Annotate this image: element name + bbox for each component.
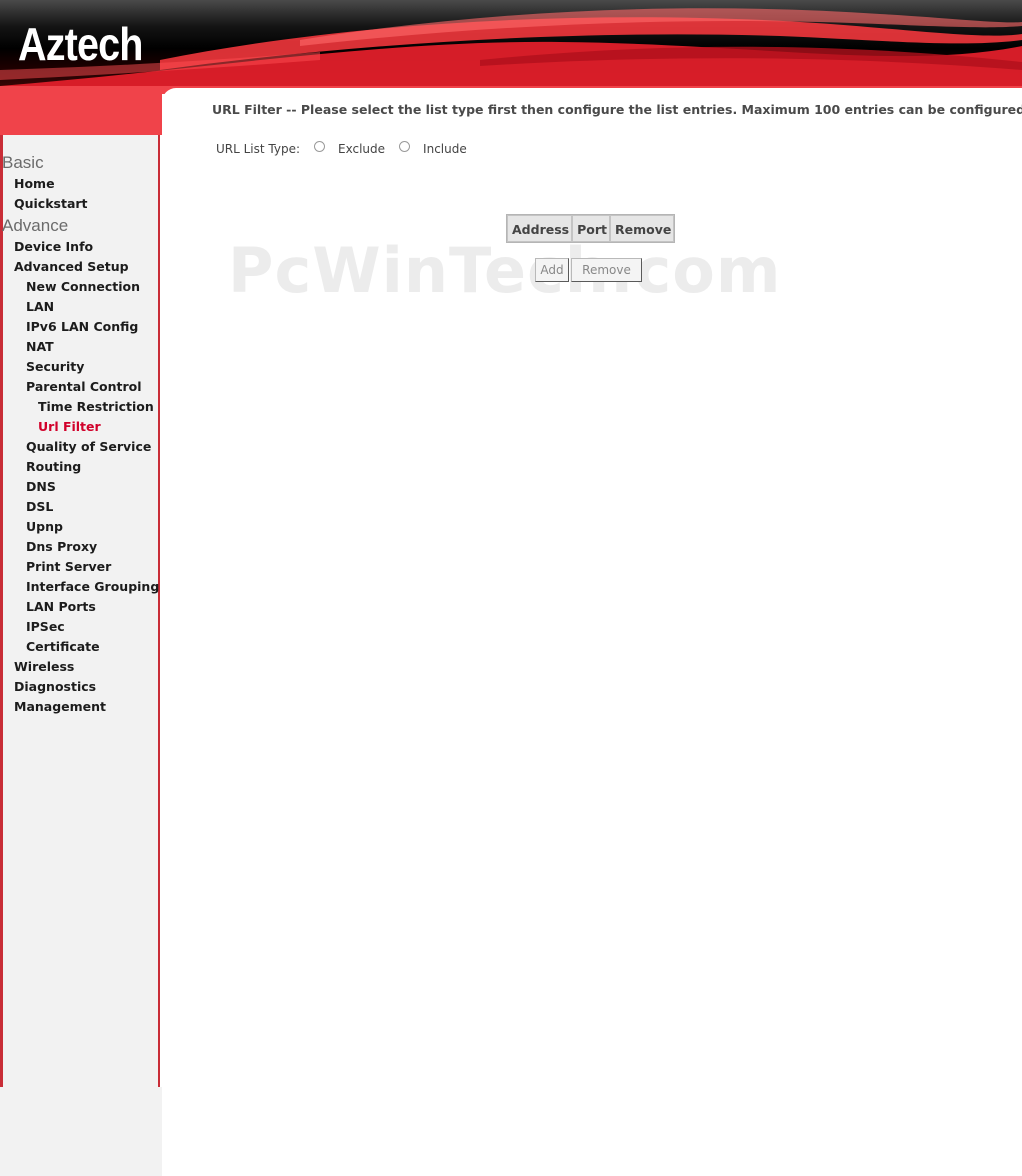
sidebar-item-diagnostics[interactable]: Diagnostics: [14, 677, 96, 697]
sidebar-item-lan[interactable]: LAN: [26, 297, 54, 317]
red-swoosh-decoration: [0, 8, 1022, 88]
column-header-remove: Remove: [609, 215, 675, 242]
column-header-address: Address: [507, 215, 573, 242]
sidebar-item-dns[interactable]: DNS: [26, 477, 56, 497]
sidebar-item-certificate[interactable]: Certificate: [26, 637, 100, 657]
table-header-row: Address Port Remove: [507, 215, 675, 242]
sidebar-red-header: [0, 86, 162, 135]
sidebar-bottom-fill: [0, 1087, 172, 1176]
sidebar-item-advanced-setup[interactable]: Advanced Setup: [14, 257, 129, 277]
sidebar-item-print-server[interactable]: Print Server: [26, 557, 111, 577]
header-banner: Aztech: [0, 0, 1022, 88]
sidebar-item-time-restriction[interactable]: Time Restriction: [38, 397, 154, 417]
sidebar-item-dsl[interactable]: DSL: [26, 497, 53, 517]
sidebar-item-routing[interactable]: Routing: [26, 457, 81, 477]
sidebar-item-new-connection[interactable]: New Connection: [26, 277, 140, 297]
main-content: URL Filter -- Please select the list typ…: [162, 88, 1022, 1176]
sidebar-item-security[interactable]: Security: [26, 357, 84, 377]
sidebar-item-nat[interactable]: NAT: [26, 337, 54, 357]
sidebar-item-home[interactable]: Home: [14, 174, 55, 194]
sidebar-item-dns-proxy[interactable]: Dns Proxy: [26, 537, 97, 557]
sidebar-item-ipv6-lan-config[interactable]: IPv6 LAN Config: [26, 317, 138, 337]
remove-button[interactable]: Remove: [571, 258, 642, 282]
sidebar-item-upnp[interactable]: Upnp: [26, 517, 63, 537]
sidebar-section-basic: Basic: [2, 153, 44, 172]
sidebar-item-url-filter[interactable]: Url Filter: [38, 417, 101, 437]
url-filter-table: Address Port Remove: [506, 214, 676, 243]
sidebar-item-ipsec[interactable]: IPSec: [26, 617, 65, 637]
aztech-logo: Aztech: [18, 18, 143, 70]
sidebar-item-management[interactable]: Management: [14, 697, 106, 717]
watermark-text: PcWinTech.com: [228, 234, 782, 307]
sidebar-item-wireless[interactable]: Wireless: [14, 657, 74, 677]
url-list-type-label: URL List Type:: [216, 142, 301, 156]
add-button[interactable]: Add: [535, 258, 569, 282]
url-list-type-row: URL List Type: Exclude Include: [216, 140, 467, 156]
exclude-label[interactable]: Exclude: [338, 142, 385, 156]
sidebar-item-lan-ports[interactable]: LAN Ports: [26, 597, 96, 617]
exclude-radio[interactable]: [314, 140, 326, 152]
sidebar-section-advance: Advance: [2, 216, 69, 235]
sidebar-item-parental-control[interactable]: Parental Control: [26, 377, 142, 397]
include-label[interactable]: Include: [423, 142, 467, 156]
sidebar-item-device-info[interactable]: Device Info: [14, 237, 93, 257]
column-header-port: Port: [572, 215, 610, 242]
sidebar-item-quality-of-service[interactable]: Quality of Service: [26, 437, 151, 457]
sidebar-item-interface-grouping[interactable]: Interface Grouping: [26, 577, 159, 597]
include-radio[interactable]: [399, 140, 411, 152]
page-title: URL Filter -- Please select the list typ…: [212, 102, 1022, 117]
router-admin-page: Aztech Basic Home Quickstart Advance Dev…: [0, 0, 1022, 1176]
sidebar-item-quickstart[interactable]: Quickstart: [14, 194, 88, 214]
